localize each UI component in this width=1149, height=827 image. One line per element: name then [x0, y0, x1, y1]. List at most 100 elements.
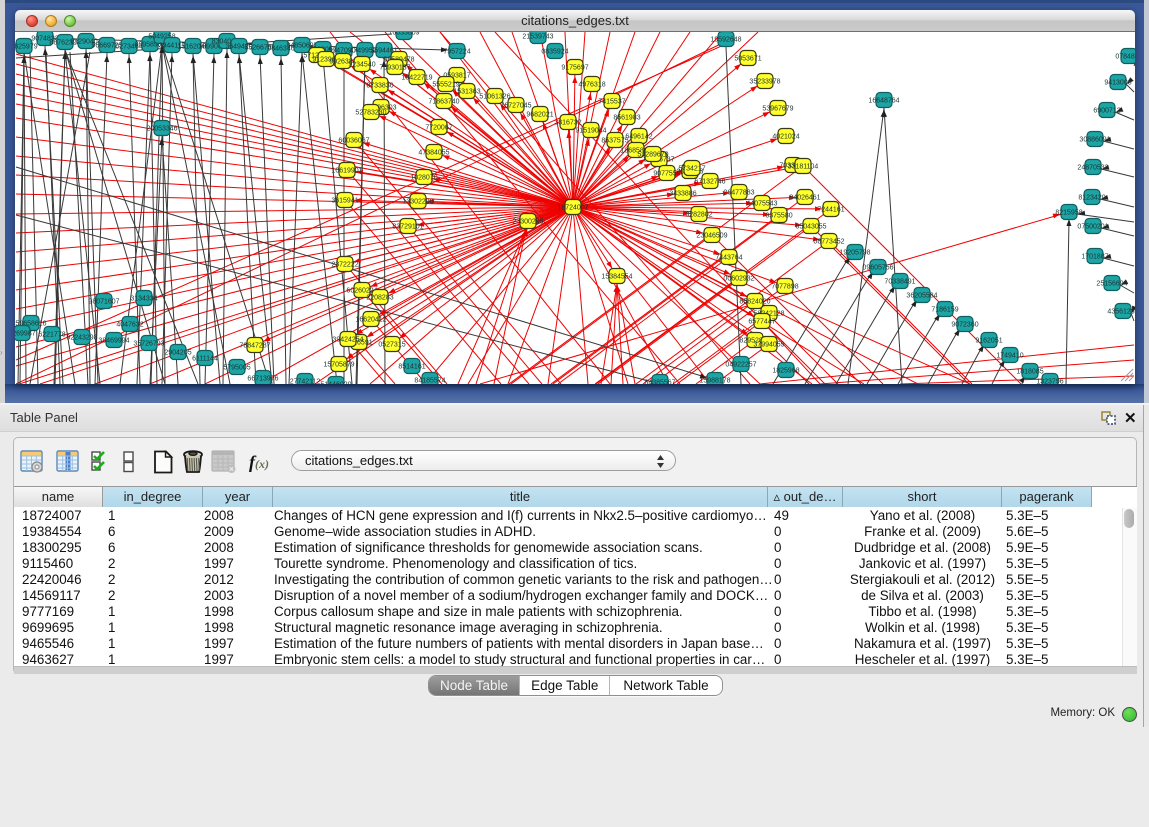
svg-text:84026461: 84026461	[789, 195, 820, 202]
svg-text:66713976: 66713976	[247, 376, 278, 383]
svg-text:6111144: 6111144	[192, 356, 218, 363]
svg-text:6269987: 6269987	[15, 331, 36, 338]
svg-text:27742112: 27742112	[290, 379, 321, 385]
svg-text:35233978: 35233978	[749, 79, 780, 86]
svg-text:5734217: 5734217	[678, 166, 705, 173]
svg-text:9234540: 9234540	[348, 62, 375, 69]
svg-text:4021024: 4021024	[772, 134, 799, 141]
svg-text:7443764: 7443764	[715, 255, 742, 262]
svg-text:85824020: 85824020	[739, 299, 770, 306]
svg-text:30886091: 30886091	[1079, 137, 1110, 144]
svg-text:71863740: 71863740	[428, 99, 459, 106]
svg-text:9072360: 9072360	[951, 322, 978, 329]
svg-text:5555219: 5555219	[432, 82, 459, 89]
svg-text:24870533: 24870533	[1077, 165, 1108, 172]
svg-text:51061326: 51061326	[479, 94, 510, 101]
svg-text:53967679: 53967679	[762, 106, 793, 113]
svg-text:1531363: 1531363	[453, 89, 480, 96]
svg-text:8215958: 8215958	[1055, 210, 1082, 217]
svg-text:20053346: 20053346	[146, 126, 177, 133]
svg-text:8561983: 8561983	[613, 115, 640, 122]
svg-text:5053671: 5053671	[734, 56, 761, 63]
svg-text:4047632: 4047632	[116, 322, 143, 329]
svg-text:16033809: 16033809	[388, 32, 419, 37]
svg-text:1323796: 1323796	[1036, 379, 1063, 385]
svg-text:09605756: 09605756	[862, 265, 893, 272]
svg-text:2208283: 2208283	[366, 295, 393, 302]
svg-text:84385567: 84385567	[644, 380, 675, 385]
svg-text:65043055: 65043055	[795, 224, 826, 231]
svg-text:23300295: 23300295	[512, 219, 543, 226]
svg-text:04922257: 04922257	[725, 362, 756, 369]
svg-text:15384554: 15384554	[601, 274, 632, 281]
svg-text:7415537: 7415537	[598, 99, 625, 106]
svg-text:08773452: 08773452	[813, 239, 844, 246]
svg-text:1749410: 1749410	[996, 353, 1023, 360]
svg-text:0527315: 0527315	[378, 342, 405, 349]
svg-text:19422719: 19422719	[401, 75, 432, 82]
svg-text:1028070: 1028070	[410, 175, 437, 182]
svg-text:9682021: 9682021	[526, 112, 553, 119]
svg-text:1701887: 1701887	[1081, 254, 1108, 261]
svg-text:15705879: 15705879	[323, 362, 354, 369]
svg-text:00602932: 00602932	[723, 276, 754, 283]
svg-text:39424254: 39424254	[332, 337, 363, 344]
svg-text:0784853: 0784853	[1115, 54, 1135, 61]
svg-text:26477883: 26477883	[723, 190, 754, 197]
svg-text:7077898: 7077898	[771, 284, 798, 291]
svg-text:91519044: 91519044	[575, 128, 606, 135]
svg-text:25156694: 25156694	[1096, 281, 1127, 288]
svg-text:5795005: 5795005	[223, 365, 250, 372]
svg-text:36205584: 36205584	[906, 293, 937, 300]
svg-text:19592648: 19592648	[710, 37, 741, 44]
svg-text:6900712: 6900712	[1093, 108, 1120, 115]
svg-text:7186159: 7186159	[931, 307, 958, 314]
svg-text:70930137: 70930137	[379, 65, 410, 72]
svg-text:13302290: 13302290	[402, 199, 433, 206]
svg-text:33181104: 33181104	[788, 164, 819, 171]
svg-text:9162051: 9162051	[975, 338, 1002, 345]
svg-text:23046509: 23046509	[696, 233, 727, 240]
svg-text:6221778: 6221778	[38, 332, 65, 339]
svg-text:16648764: 16648764	[868, 98, 899, 105]
svg-text:78847287: 78847287	[239, 343, 270, 350]
svg-text:60036067: 60036067	[338, 138, 369, 145]
svg-text:10619901: 10619901	[331, 168, 362, 175]
svg-text:44075543: 44075543	[746, 201, 777, 208]
svg-text:9077550: 9077550	[653, 171, 680, 178]
svg-text:38469994: 38469994	[98, 338, 129, 345]
svg-text:9825979: 9825979	[15, 44, 38, 51]
svg-text:51446020: 51446020	[320, 382, 351, 385]
svg-text:3615941: 3615941	[331, 198, 358, 205]
svg-text:0835924: 0835924	[541, 49, 568, 56]
svg-text:9175697: 9175697	[561, 65, 588, 72]
svg-text:70338491: 70338491	[884, 279, 915, 286]
svg-text:8733830: 8733830	[366, 83, 393, 90]
svg-text:98071607: 98071607	[88, 299, 119, 306]
svg-text:1818085: 1818085	[1016, 369, 1043, 376]
svg-text:8123420: 8123420	[1078, 195, 1105, 202]
svg-text:7244161: 7244161	[817, 207, 844, 214]
svg-text:54289670: 54289670	[637, 152, 668, 159]
svg-text:15988178: 15988178	[699, 378, 730, 385]
svg-text:4976318: 4976318	[578, 82, 605, 89]
svg-text:3433886: 3433886	[669, 191, 696, 198]
svg-text:43561280: 43561280	[1107, 309, 1135, 316]
svg-text:7720067: 7720067	[425, 125, 452, 132]
svg-text:8514161: 8514161	[398, 364, 425, 371]
svg-text:47384055: 47384055	[418, 150, 449, 157]
svg-text:3134334: 3134334	[130, 296, 157, 303]
svg-text:76727045: 76727045	[500, 103, 531, 110]
svg-text:3316732: 3316732	[554, 120, 581, 127]
svg-text:2372222: 2372222	[331, 262, 358, 269]
svg-text:37994059: 37994059	[753, 342, 784, 349]
svg-text:6496142: 6496142	[625, 134, 652, 141]
svg-text:16620412: 16620412	[355, 317, 386, 324]
svg-text:19205798: 19205798	[839, 250, 870, 257]
svg-text:21539743: 21539743	[522, 34, 553, 41]
svg-text:83729101: 83729101	[392, 224, 423, 231]
svg-text:92243298: 92243298	[66, 335, 97, 342]
svg-text:52783230: 52783230	[355, 110, 386, 117]
svg-text:67132746: 67132746	[694, 179, 725, 186]
svg-text:6577447: 6577447	[748, 319, 775, 326]
